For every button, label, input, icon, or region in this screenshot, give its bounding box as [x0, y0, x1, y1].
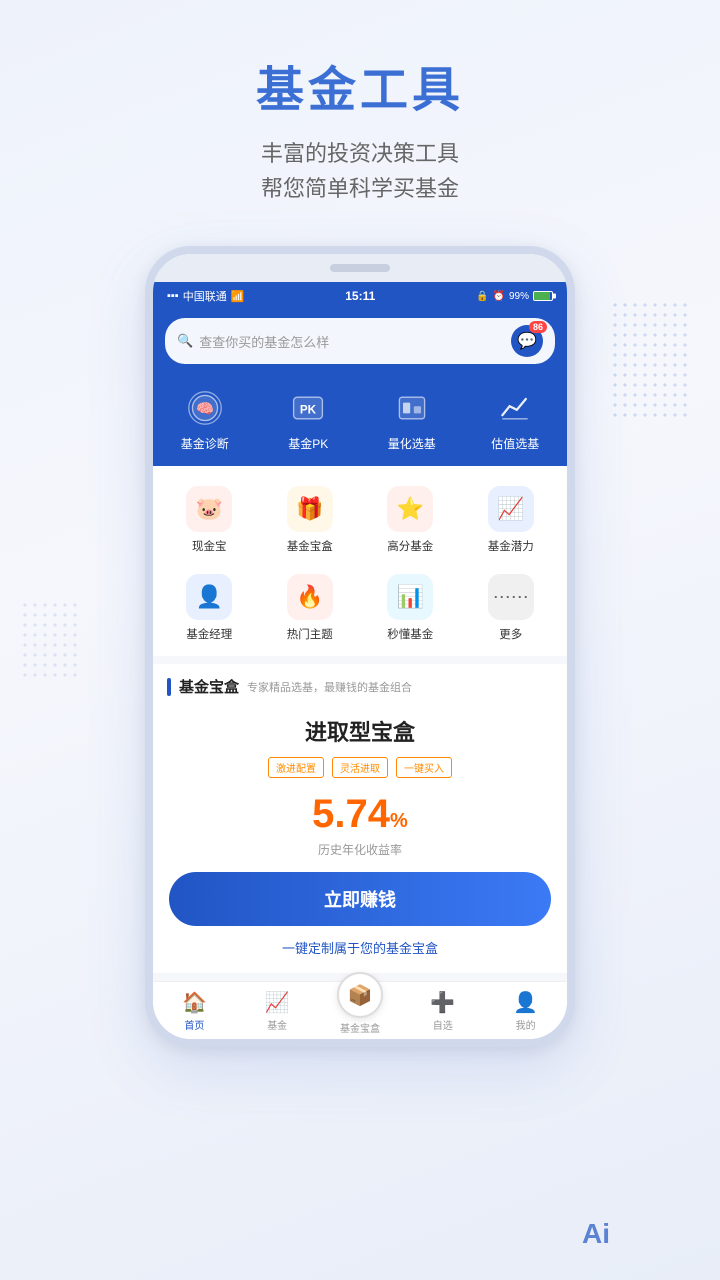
pk-icon-box: PK: [286, 386, 330, 430]
nav-home[interactable]: 🏠 首页: [153, 990, 236, 1032]
card-rate: 5.74%: [169, 792, 551, 837]
highscore-icon: ⭐: [387, 486, 433, 532]
top-tools-grid: 🧠 基金诊断 PK 基金PK: [153, 376, 567, 466]
bottom-nav: 🏠 首页 📈 基金 📦 基金宝盒 ➕ 自选 👤 我的: [153, 981, 567, 1039]
nav-bahe-label: 基金宝盒: [340, 1020, 380, 1035]
svg-text:PK: PK: [300, 404, 317, 417]
manager-icon: 👤: [186, 574, 232, 620]
status-right: 🔒 ⏰ 99%: [476, 291, 553, 302]
phone-notch: [153, 254, 567, 282]
rate-percent: %: [390, 810, 408, 832]
nav-mine-label: 我的: [516, 1017, 536, 1032]
tool-valuation-label: 估值选基: [491, 435, 539, 452]
rate-label: 历史年化收益率: [169, 841, 551, 858]
badge-count: 86: [529, 321, 547, 333]
battery-pct: 99%: [509, 291, 529, 302]
battery-icon: [533, 291, 553, 301]
nav-watchlist[interactable]: ➕ 自选: [401, 990, 484, 1032]
tool-quant-label: 量化选基: [388, 435, 436, 452]
card-tags: 激进配置 灵活进取 一键买入: [169, 757, 551, 778]
diagnosis-icon-box: 🧠: [183, 386, 227, 430]
nav-mine[interactable]: 👤 我的: [484, 990, 567, 1032]
alarm-icon: ⏰: [493, 291, 505, 302]
feature-grid: 🐷 现金宝 🎁 基金宝盒 ⭐ 高分基金 📈 基金潜力 👤 基金经理: [153, 466, 567, 656]
hottheme-label: 热门主题: [287, 626, 333, 642]
nav-fund[interactable]: 📈 基金: [236, 990, 319, 1032]
tool-pk-label: 基金PK: [288, 435, 328, 452]
tag-aggressive: 激进配置: [268, 757, 324, 778]
card-title: 进取型宝盒: [169, 715, 551, 747]
wifi-icon: 📶: [231, 290, 245, 303]
message-badge[interactable]: 💬 86: [511, 325, 543, 357]
search-icon: 🔍: [177, 333, 193, 349]
nav-home-label: 首页: [184, 1017, 204, 1032]
tag-flexible: 灵活进取: [332, 757, 388, 778]
ai-label: Ai: [582, 1218, 610, 1250]
more-icon: ⋯⋯: [488, 574, 534, 620]
bahe-icon: 🎁: [287, 486, 333, 532]
section-subtitle: 专家精品选基，最赚钱的基金组合: [247, 679, 412, 695]
potential-icon: 📈: [488, 486, 534, 532]
tool-diagnosis-label: 基金诊断: [181, 435, 229, 452]
phone-speaker: [330, 264, 390, 272]
section-title: 基金宝盒: [179, 676, 239, 697]
battery-fill: [534, 292, 550, 300]
cashbao-label: 现金宝: [192, 538, 227, 554]
feature-learn[interactable]: 📊 秒懂基金: [362, 568, 459, 652]
learn-label: 秒懂基金: [387, 626, 433, 642]
cashbao-icon: 🐷: [186, 486, 232, 532]
search-bar[interactable]: 🔍 查查你买的基金怎么样 💬 86: [165, 318, 555, 364]
feature-cashbao[interactable]: 🐷 现金宝: [161, 480, 258, 564]
app-header: 🔍 查查你买的基金怎么样 💬 86: [153, 310, 567, 376]
status-time: 15:11: [345, 289, 375, 303]
rate-number: 5.74: [312, 792, 390, 836]
mine-icon: 👤: [513, 990, 538, 1015]
cta-button[interactable]: 立即赚钱: [169, 872, 551, 926]
lock-icon: 🔒: [476, 291, 488, 302]
feature-bahe[interactable]: 🎁 基金宝盒: [262, 480, 359, 564]
valuation-icon-box: [493, 386, 537, 430]
status-left: ▪▪▪ 中国联通 📶: [167, 288, 244, 304]
feature-more[interactable]: ⋯⋯ 更多: [463, 568, 560, 652]
highscore-label: 高分基金: [387, 538, 433, 554]
svg-text:🧠: 🧠: [196, 401, 214, 418]
potential-label: 基金潜力: [488, 538, 534, 554]
learn-icon: 📊: [387, 574, 433, 620]
content-area: 🐷 现金宝 🎁 基金宝盒 ⭐ 高分基金 📈 基金潜力 👤 基金经理: [153, 466, 567, 1039]
status-bar: ▪▪▪ 中国联通 📶 15:11 🔒 ⏰ 99%: [153, 282, 567, 310]
fund-icon: 📈: [265, 990, 290, 1015]
home-icon: 🏠: [182, 990, 207, 1015]
nav-watchlist-label: 自选: [433, 1017, 453, 1032]
page-header: 基金工具 丰富的投资决策工具 帮您简单科学买基金: [0, 0, 720, 226]
watchlist-icon: ➕: [430, 990, 455, 1015]
section-header: 基金宝盒 专家精品选基，最赚钱的基金组合: [153, 664, 567, 705]
nav-center-icon: 📦: [337, 972, 383, 1018]
feature-manager[interactable]: 👤 基金经理: [161, 568, 258, 652]
card-content: 进取型宝盒 激进配置 灵活进取 一键买入 5.74% 历史年化收益率 立即赚钱 …: [153, 705, 567, 973]
quant-icon-box: [390, 386, 434, 430]
tool-pk[interactable]: PK 基金PK: [257, 386, 361, 452]
feature-potential[interactable]: 📈 基金潜力: [463, 480, 560, 564]
section-bar: [167, 678, 171, 696]
feature-highscore[interactable]: ⭐ 高分基金: [362, 480, 459, 564]
customize-link[interactable]: 一键定制属于您的基金宝盒: [169, 938, 551, 957]
feature-hottheme[interactable]: 🔥 热门主题: [262, 568, 359, 652]
tag-buy: 一键买入: [396, 757, 452, 778]
search-placeholder[interactable]: 查查你买的基金怎么样: [199, 332, 503, 351]
manager-label: 基金经理: [186, 626, 232, 642]
hottheme-icon: 🔥: [287, 574, 333, 620]
tool-diagnosis[interactable]: 🧠 基金诊断: [153, 386, 257, 452]
nav-fund-label: 基金: [267, 1017, 287, 1032]
tool-quant[interactable]: 量化选基: [360, 386, 464, 452]
phone-body: ▪▪▪ 中国联通 📶 15:11 🔒 ⏰ 99% 🔍 查查你买的基金怎么样 💬: [145, 246, 575, 1047]
signal-icon: ▪▪▪: [167, 290, 179, 302]
page-title: 基金工具: [20, 50, 700, 120]
bahe-label: 基金宝盒: [287, 538, 333, 554]
more-label: 更多: [499, 626, 522, 642]
tool-valuation[interactable]: 估值选基: [464, 386, 568, 452]
nav-bahe[interactable]: 📦 基金宝盒: [319, 986, 402, 1035]
carrier-label: 中国联通: [183, 288, 227, 304]
page-subtitle: 丰富的投资决策工具 帮您简单科学买基金: [20, 136, 700, 206]
